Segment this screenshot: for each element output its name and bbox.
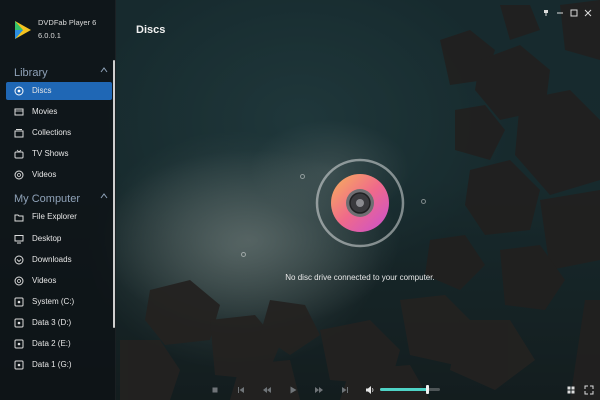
library-section-title: Library xyxy=(14,67,48,79)
sidebar-item-label: Desktop xyxy=(32,234,62,243)
close-icon[interactable] xyxy=(584,4,592,17)
app-version: 6.0.0.1 xyxy=(38,31,61,40)
playback-bar xyxy=(116,380,600,400)
sidebar-item-collections[interactable]: Collections xyxy=(6,124,112,142)
next-icon[interactable] xyxy=(340,385,350,395)
play-icon[interactable] xyxy=(288,385,298,395)
sidebar: DVDFab Player 6 6.0.0.1 Library Discs Mo… xyxy=(0,0,116,400)
chevron-up-icon[interactable] xyxy=(100,192,108,200)
sidebar-item-label: TV Shows xyxy=(32,149,69,158)
sidebar-item-label: Downloads xyxy=(32,255,72,264)
sidebar-item-label: Data 3 (D:) xyxy=(32,318,72,327)
monitor-icon xyxy=(14,235,24,244)
volume-icon[interactable] xyxy=(365,385,375,395)
maximize-icon[interactable] xyxy=(570,4,578,17)
previous-icon[interactable] xyxy=(236,385,246,395)
window-controls xyxy=(542,4,592,17)
drive-icon xyxy=(14,318,24,328)
sidebar-item-file-explorer[interactable]: File Explorer xyxy=(6,208,112,226)
sidebar-item-label: Data 2 (E:) xyxy=(32,339,71,348)
empty-state-message: No disc drive connected to your computer… xyxy=(285,273,435,282)
chevron-up-icon[interactable] xyxy=(100,66,108,74)
dvdfab-logo-icon xyxy=(15,21,31,39)
sidebar-item-label: Data 1 (G:) xyxy=(32,360,72,369)
sidebar-scrollbar[interactable] xyxy=(113,60,115,328)
sidebar-item-label: Collections xyxy=(32,128,72,137)
orbit-dot xyxy=(300,174,305,179)
video-icon xyxy=(14,170,24,180)
pin-icon[interactable] xyxy=(542,4,550,16)
orbit-dot xyxy=(241,252,246,257)
library-section-header[interactable]: Library xyxy=(14,63,114,79)
drive-icon xyxy=(14,297,24,307)
fast-forward-icon[interactable] xyxy=(314,385,324,395)
stop-icon[interactable] xyxy=(210,385,220,395)
disc-icon xyxy=(14,86,24,96)
sidebar-item-computer-videos[interactable]: Videos xyxy=(6,272,112,290)
sidebar-item-label: Discs xyxy=(32,86,52,95)
disc-icon xyxy=(315,158,405,248)
sidebar-item-drive-d[interactable]: Data 3 (D:) xyxy=(6,314,112,332)
tv-icon xyxy=(14,149,24,159)
sidebar-item-tv-shows[interactable]: TV Shows xyxy=(6,145,112,163)
rewind-icon[interactable] xyxy=(262,385,272,395)
sidebar-item-label: File Explorer xyxy=(32,212,77,221)
sidebar-item-label: Videos xyxy=(32,170,57,179)
sidebar-item-label: System (C:) xyxy=(32,297,75,306)
sidebar-item-drive-c[interactable]: System (C:) xyxy=(6,293,112,311)
sidebar-item-movies[interactable]: Movies xyxy=(6,103,112,121)
drive-icon xyxy=(14,360,24,370)
my-computer-section-header[interactable]: My Computer xyxy=(14,189,114,205)
sidebar-item-label: Movies xyxy=(32,107,58,116)
sidebar-item-drive-e[interactable]: Data 2 (E:) xyxy=(6,335,112,353)
page-title: Discs xyxy=(136,24,166,36)
app-name: DVDFab Player 6 xyxy=(38,18,97,27)
fullscreen-icon[interactable] xyxy=(584,385,594,395)
orbit-dot xyxy=(421,199,426,204)
film-icon xyxy=(14,108,24,116)
sidebar-item-videos[interactable]: Videos xyxy=(6,166,112,184)
grid-view-icon[interactable] xyxy=(566,385,576,395)
download-icon xyxy=(14,255,24,265)
folder-icon xyxy=(14,214,24,222)
video-icon xyxy=(14,276,24,286)
sidebar-item-desktop[interactable]: Desktop xyxy=(6,230,112,248)
sidebar-item-label: Videos xyxy=(32,276,57,285)
volume-handle[interactable] xyxy=(425,385,429,394)
my-computer-section-title: My Computer xyxy=(14,193,81,205)
collections-icon xyxy=(14,129,24,138)
app-brand: DVDFab Player 6 6.0.0.1 xyxy=(10,14,114,46)
volume-slider[interactable] xyxy=(380,385,440,394)
sidebar-item-downloads[interactable]: Downloads xyxy=(6,251,112,269)
volume-fill xyxy=(380,388,427,391)
sidebar-item-discs[interactable]: Discs xyxy=(6,82,112,100)
sidebar-item-drive-g[interactable]: Data 1 (G:) xyxy=(6,356,112,374)
minimize-icon[interactable] xyxy=(556,4,564,14)
drive-icon xyxy=(14,339,24,349)
